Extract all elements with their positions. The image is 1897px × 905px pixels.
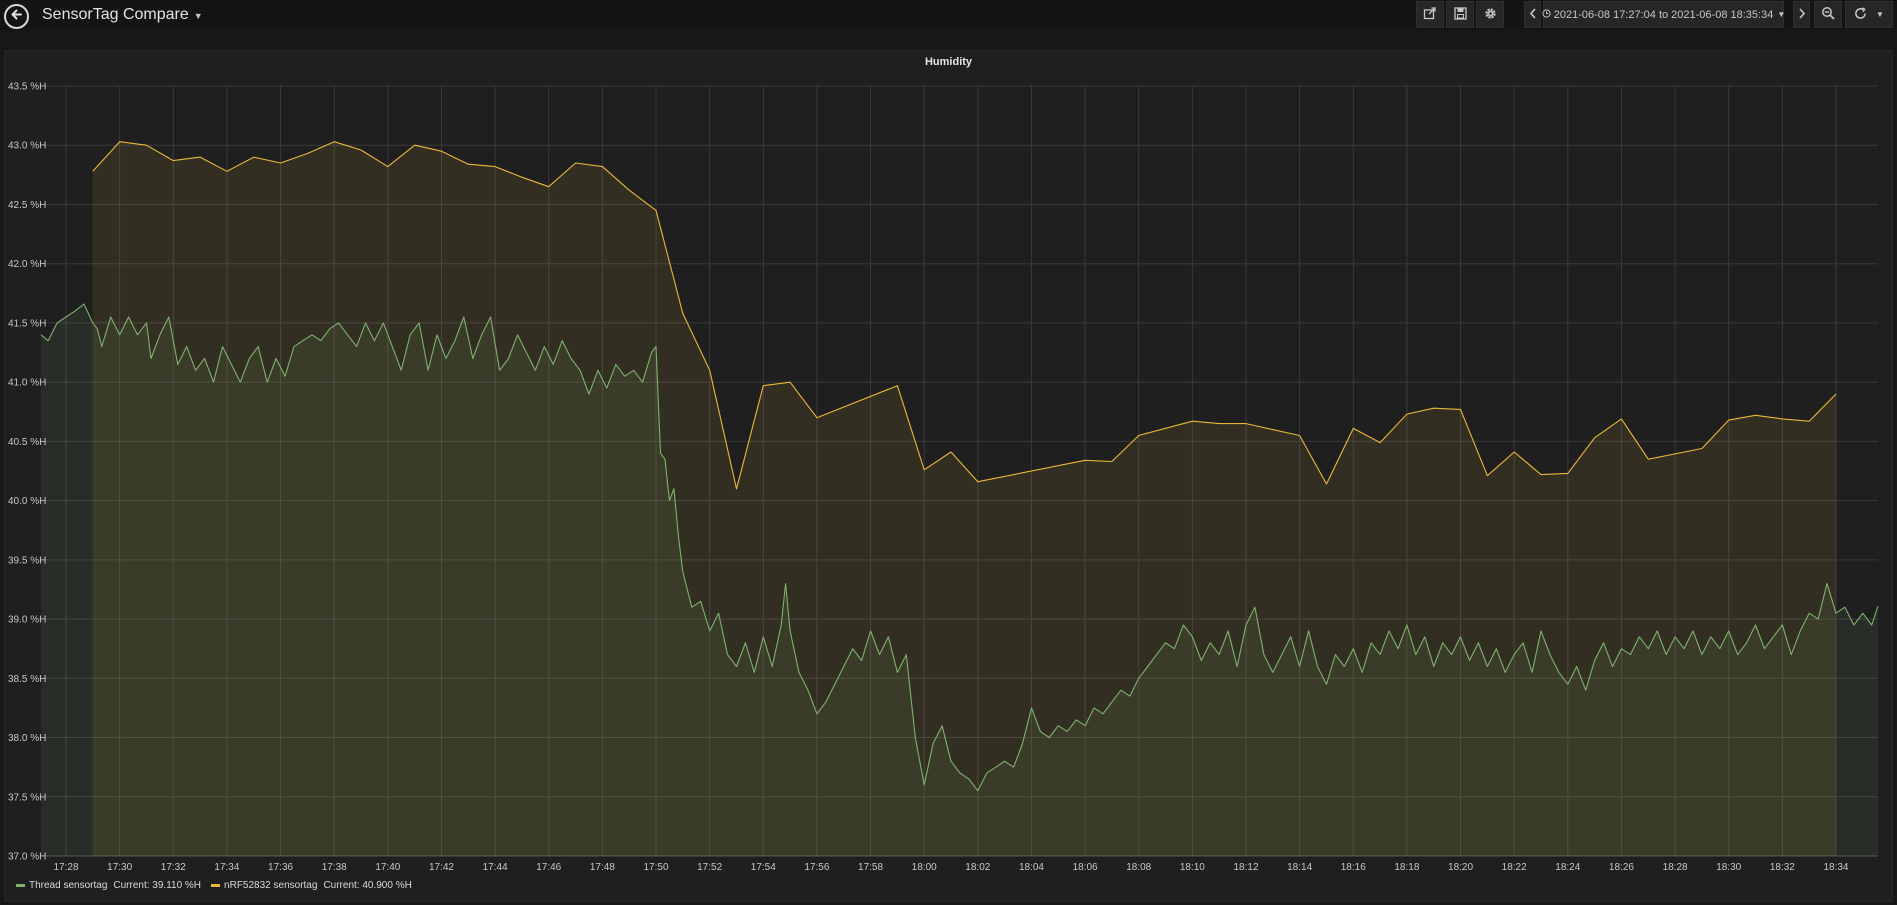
y-tick-label: 42.5 %H xyxy=(8,200,46,211)
y-tick-label: 38.5 %H xyxy=(8,674,46,685)
x-tick-label: 18:30 xyxy=(1716,862,1741,873)
legend-current-nrf: Current: 40.900 %H xyxy=(323,880,412,891)
y-axis-ticks: 37.0 %H 37.5 %H 38.0 %H 38.5 %H 39.0 %H 39.5 … xyxy=(8,82,46,863)
y-tick-label: 38.0 %H xyxy=(8,733,46,744)
x-tick-label: 17:40 xyxy=(375,862,400,873)
x-tick-label: 18:24 xyxy=(1555,862,1580,873)
legend-swatch-thread xyxy=(16,884,25,887)
x-tick-label: 18:02 xyxy=(965,862,990,873)
x-tick-label: 17:36 xyxy=(268,862,293,873)
y-tick-label: 37.5 %H xyxy=(8,792,46,803)
y-tick-label: 39.5 %H xyxy=(8,555,46,566)
legend-label-thread: Thread sensortag xyxy=(29,880,108,891)
x-tick-label: 17:46 xyxy=(536,862,561,873)
y-tick-label: 43.0 %H xyxy=(8,141,46,152)
y-tick-label: 43.5 %H xyxy=(8,82,46,93)
x-tick-label: 17:34 xyxy=(214,862,239,873)
x-tick-label: 17:56 xyxy=(804,862,829,873)
y-tick-label: 42.0 %H xyxy=(8,259,46,270)
x-tick-label: 18:20 xyxy=(1448,862,1473,873)
x-tick-label: 18:04 xyxy=(1019,862,1044,873)
legend-item-nrf[interactable]: nRF52832 sensortag Current: 40.900 %H xyxy=(211,880,412,891)
humidity-chart: 37.0 %H 37.5 %H 38.0 %H 38.5 %H 39.0 %H 39.5 … xyxy=(8,82,1879,873)
x-tick-label: 18:34 xyxy=(1823,862,1848,873)
chart-areas xyxy=(41,141,1878,856)
y-tick-label: 40.0 %H xyxy=(8,496,46,507)
x-tick-label: 18:28 xyxy=(1663,862,1688,873)
legend-label-nrf: nRF52832 sensortag xyxy=(224,880,318,891)
x-tick-label: 18:32 xyxy=(1770,862,1795,873)
legend-current-thread: Current: 39.110 %H xyxy=(113,880,202,891)
x-tick-label: 18:16 xyxy=(1341,862,1366,873)
x-tick-label: 17:30 xyxy=(107,862,132,873)
x-tick-label: 18:06 xyxy=(1073,862,1098,873)
y-tick-label: 37.0 %H xyxy=(8,852,46,863)
x-axis-ticks: 17:28 17:30 17:32 17:34 17:36 17:38 17:40 17:42… xyxy=(54,862,1849,873)
x-tick-label: 18:12 xyxy=(1233,862,1258,873)
y-tick-label: 39.0 %H xyxy=(8,615,46,626)
x-tick-label: 17:58 xyxy=(858,862,883,873)
x-tick-label: 17:42 xyxy=(429,862,454,873)
x-tick-label: 17:48 xyxy=(590,862,615,873)
x-tick-label: 17:32 xyxy=(161,862,186,873)
y-tick-label: 41.5 %H xyxy=(8,318,46,329)
x-tick-label: 18:10 xyxy=(1180,862,1205,873)
x-tick-label: 17:50 xyxy=(643,862,668,873)
x-tick-label: 17:44 xyxy=(483,862,508,873)
y-tick-label: 41.0 %H xyxy=(8,378,46,389)
x-tick-label: 17:52 xyxy=(697,862,722,873)
x-tick-label: 18:00 xyxy=(912,862,937,873)
x-tick-label: 18:22 xyxy=(1502,862,1527,873)
x-tick-label: 17:28 xyxy=(54,862,79,873)
x-tick-label: 17:38 xyxy=(322,862,347,873)
x-tick-label: 18:18 xyxy=(1394,862,1419,873)
legend-swatch-nrf xyxy=(211,884,221,887)
chart-legend: Thread sensortag Current: 39.110 %H nRF5… xyxy=(16,880,412,891)
legend-item-thread[interactable]: Thread sensortag Current: 39.110 %H xyxy=(16,880,201,891)
y-tick-label: 40.5 %H xyxy=(8,437,46,448)
x-tick-label: 17:54 xyxy=(751,862,776,873)
x-tick-label: 18:14 xyxy=(1287,862,1312,873)
x-tick-label: 18:08 xyxy=(1126,862,1151,873)
x-tick-label: 18:26 xyxy=(1609,862,1634,873)
